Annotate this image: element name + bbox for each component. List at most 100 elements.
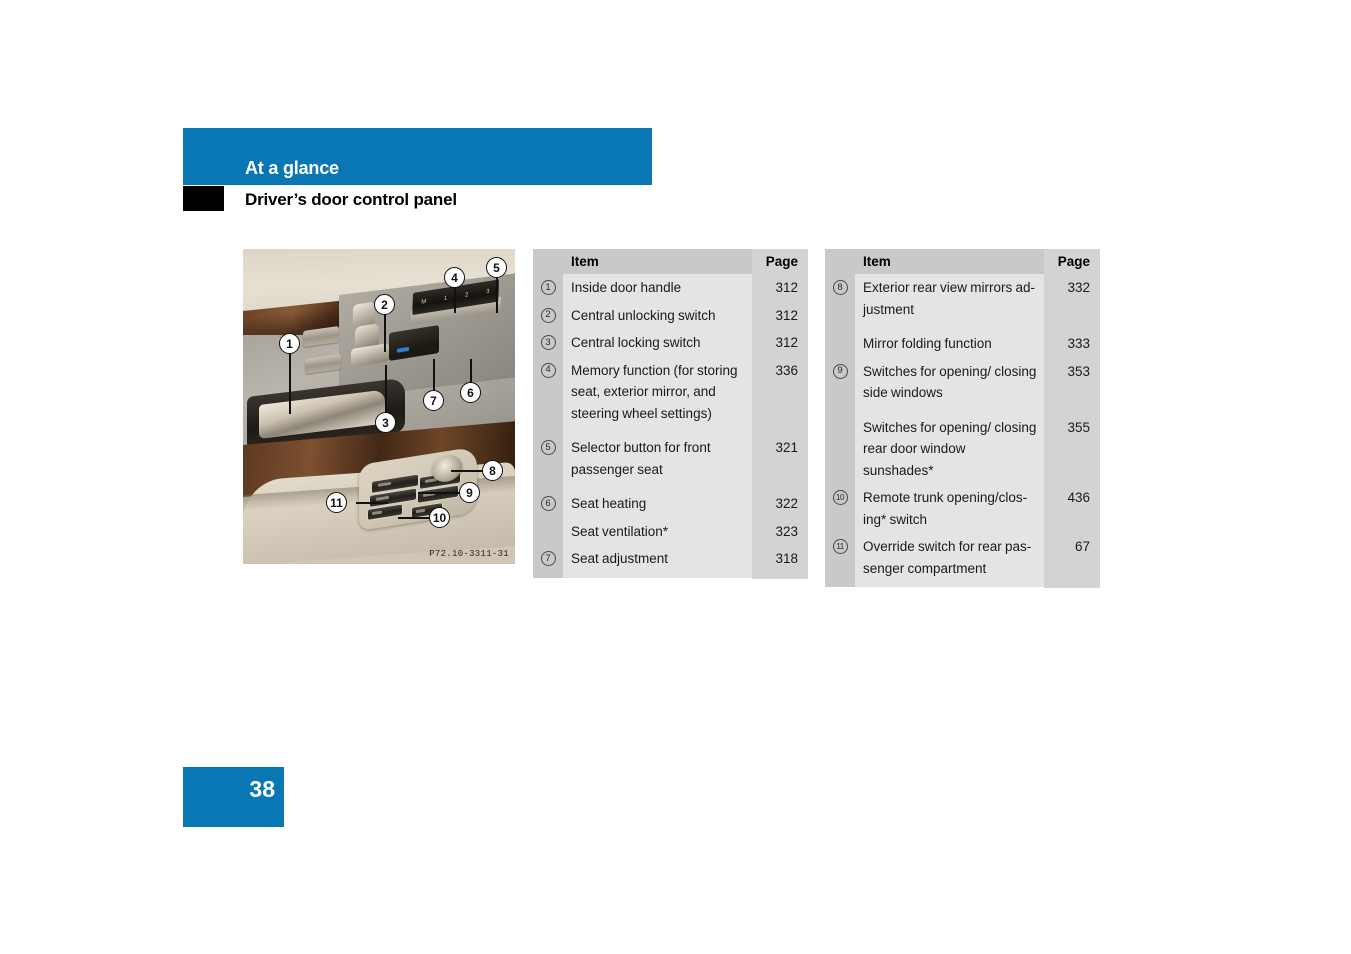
- callout-5: 5: [486, 257, 507, 278]
- row-item-text: Switches for opening/ closing side windo…: [863, 363, 1037, 401]
- spacer-number-cell: [533, 483, 563, 490]
- header-page: Page: [752, 249, 808, 274]
- leader-9: [418, 492, 460, 494]
- table-row-spacer: [825, 406, 1100, 414]
- table-row: 3 Central locking switch 312: [533, 329, 808, 357]
- callout-ref: 1: [540, 280, 556, 295]
- row-page-number: 312: [752, 274, 808, 302]
- row-number-cell: 7: [533, 545, 563, 573]
- row-page-number: 353: [1044, 357, 1100, 407]
- table-header-row: Item Page: [533, 249, 808, 274]
- table-row: 6 Seat heating 322: [533, 490, 808, 518]
- row-number-cell: 5: [533, 434, 563, 483]
- leader-6: [470, 359, 472, 383]
- table-row: 1 Inside door handle 312: [533, 274, 808, 302]
- spacer-page-cell: [1044, 406, 1100, 414]
- row-number-cell: 9: [825, 357, 855, 407]
- row-item-text: Memory function (for storing seat, exter…: [571, 362, 738, 421]
- row-item-text: Central locking switch: [571, 335, 701, 350]
- header-number-column: [533, 249, 563, 274]
- spacer-number-cell: [825, 323, 855, 330]
- row-number-cell: 3: [533, 329, 563, 357]
- row-item-text: Seat adjustment: [571, 551, 669, 566]
- row-page-number: 322: [752, 490, 808, 518]
- table-body: 1 Inside door handle 312 2 Central unloc…: [533, 274, 808, 579]
- spacer-number-cell: [533, 427, 563, 434]
- figure-reference-code: P72.10-3311-31: [429, 549, 509, 559]
- table-body: 8 Exterior rear view mirrors ad-justment…: [825, 274, 1100, 588]
- header-item: Item: [571, 254, 599, 269]
- memory-button-1: 1: [443, 295, 448, 303]
- row-item-text: Seat heating: [571, 496, 647, 511]
- row-item-text: Mirror folding function: [863, 336, 992, 351]
- table-bottom-padding: [825, 582, 1100, 588]
- row-number-cell: [825, 330, 855, 358]
- leader-1: [289, 352, 291, 414]
- row-page-number: 318: [752, 545, 808, 573]
- row-number-cell: [533, 517, 563, 545]
- row-item-text: Seat ventilation*: [571, 523, 669, 539]
- spacer-item-cell: [855, 323, 1044, 329]
- row-number-cell: 10: [825, 484, 855, 533]
- row-number-cell: [825, 413, 855, 484]
- header-page: Page: [1044, 249, 1100, 274]
- row-number-cell: 2: [533, 301, 563, 329]
- row-page-number: 312: [752, 329, 808, 357]
- table-header-row: Item Page: [825, 249, 1100, 274]
- leader-7: [433, 359, 435, 391]
- leader-10: [398, 517, 430, 519]
- row-number-cell: 11: [825, 533, 855, 582]
- row-page-number: 336: [752, 356, 808, 427]
- table-row: 9 Switches for opening/ closing side win…: [825, 357, 1100, 407]
- row-item-text: Inside door handle: [571, 280, 682, 295]
- callout-ref: 3: [540, 335, 556, 350]
- header-number-column: [825, 249, 855, 274]
- callout-3: 3: [375, 412, 396, 433]
- callout-8: 8: [482, 460, 503, 481]
- callout-ref: 6: [540, 496, 556, 511]
- callout-7: 7: [423, 390, 444, 411]
- pad-item-cell: [563, 573, 752, 579]
- table-row: 8 Exterior rear view mirrors ad-justment…: [825, 274, 1100, 323]
- spacer-number-cell: [825, 406, 855, 414]
- table-row: 7 Seat adjustment 318: [533, 545, 808, 573]
- row-page-number: 332: [1044, 274, 1100, 323]
- pad-number-cell: [825, 582, 855, 587]
- row-number-cell: 1: [533, 274, 563, 302]
- table-row: 4 Memory function (for storing seat, ext…: [533, 356, 808, 427]
- row-item-text: Override switch for rear pas-senger comp…: [863, 539, 1032, 576]
- memory-button-m: M: [421, 298, 427, 306]
- row-page-number: 355: [1044, 413, 1100, 484]
- spacer-item-cell: [563, 483, 752, 489]
- table-row-spacer: [533, 483, 808, 490]
- leader-11: [356, 502, 388, 504]
- leader-2: [384, 314, 386, 352]
- table-row: Seat ventilation* 323: [533, 517, 808, 545]
- callout-4: 4: [444, 267, 465, 288]
- door-panel-figure: M 1 2 3 1 2 3 4 5 6 7 8 9 10 11 P72.10-3…: [243, 249, 515, 564]
- callout-1: 1: [279, 333, 300, 354]
- row-page-number: 312: [752, 301, 808, 329]
- callout-ref: 4: [540, 362, 556, 378]
- row-item-text: Exterior rear view mirrors ad-justment: [863, 280, 1036, 317]
- header-item: Item: [863, 254, 891, 269]
- table-row-spacer: [533, 427, 808, 434]
- row-page-number: 323: [752, 517, 808, 545]
- row-page-number: 67: [1044, 533, 1100, 582]
- callout-6: 6: [460, 382, 481, 403]
- row-page-number: 321: [752, 434, 808, 483]
- spacer-item-cell: [563, 427, 752, 433]
- spacer-item-cell: [855, 407, 1044, 413]
- callout-11: 11: [326, 492, 347, 513]
- row-number-cell: 4: [533, 356, 563, 427]
- leader-4: [454, 287, 456, 313]
- pad-page-cell: [752, 572, 808, 579]
- callout-ref: 10: [832, 490, 848, 505]
- callout-ref: 2: [540, 307, 556, 323]
- callout-2: 2: [374, 294, 395, 315]
- leader-3: [385, 365, 387, 413]
- leader-8: [451, 470, 483, 472]
- pad-number-cell: [533, 572, 563, 578]
- row-number-cell: 6: [533, 490, 563, 518]
- table-row: 10 Remote trunk opening/clos-ing* switch…: [825, 484, 1100, 533]
